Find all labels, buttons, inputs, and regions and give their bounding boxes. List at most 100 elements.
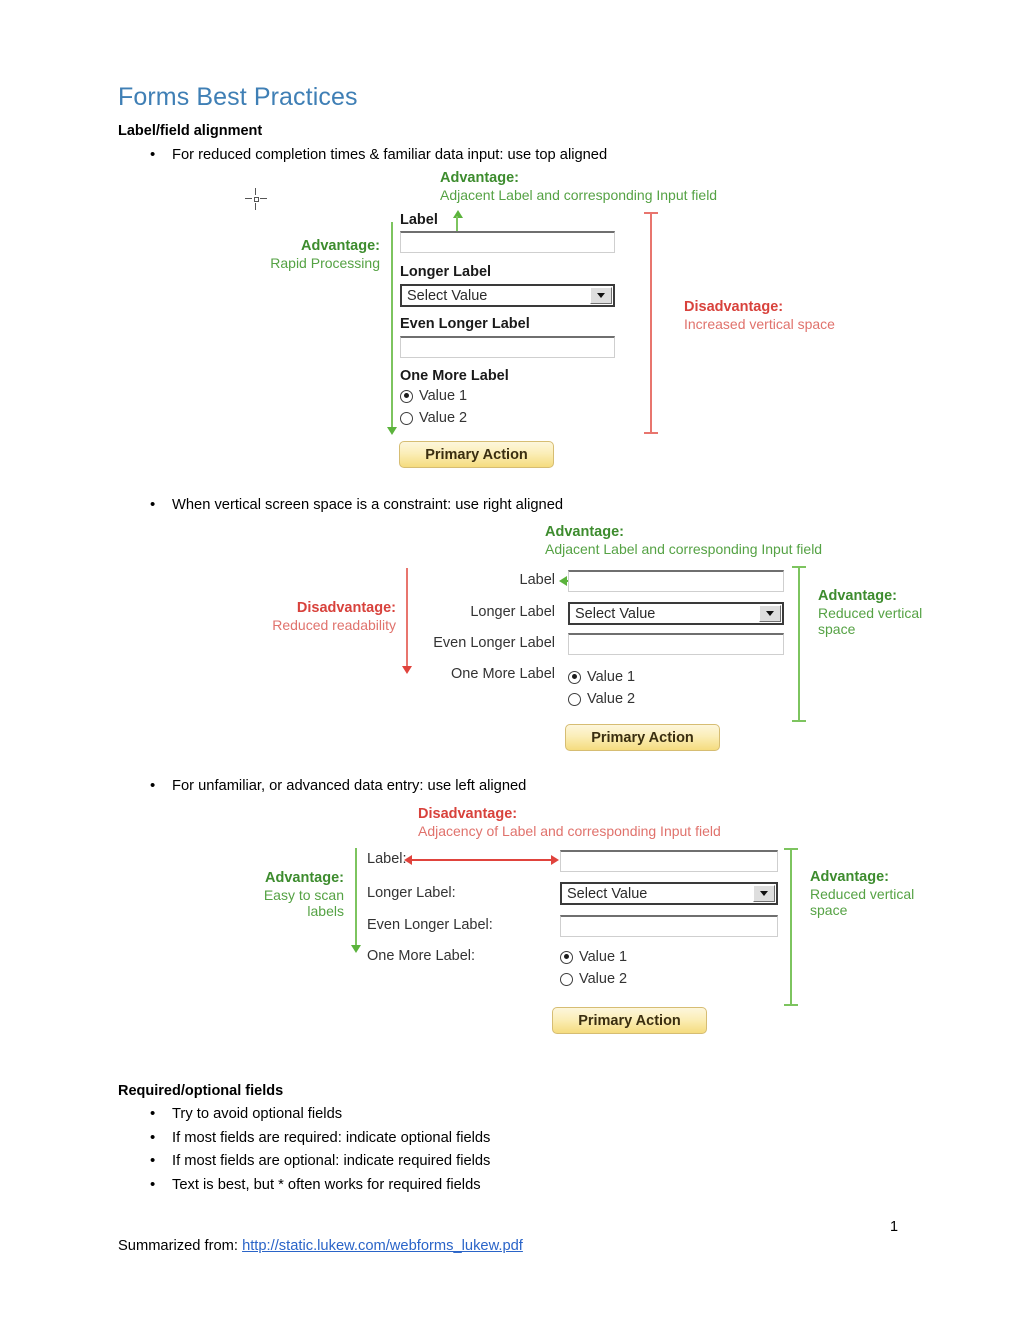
document-page: Forms Best Practices Label/field alignme… — [0, 0, 1020, 1320]
annotation-body-2: space — [810, 902, 848, 919]
radio-label: Value 2 — [419, 410, 468, 426]
annotation-body-2: labels — [307, 903, 344, 920]
field-label-one-more: One More Label — [451, 666, 555, 682]
annotation-body: Rapid Processing — [270, 254, 380, 271]
field-label-longer: Longer Label — [470, 604, 555, 620]
bullet-text: If most fields are required: indicate op… — [172, 1130, 491, 1146]
measure-cap-green-top — [784, 848, 798, 850]
section-heading-label-field-alignment: Label/field alignment — [118, 123, 263, 139]
bullet-item: • For reduced completion times & familia… — [150, 147, 607, 163]
arrow-down-icon — [351, 945, 361, 953]
radio-mark-icon — [560, 972, 573, 986]
chevron-down-icon[interactable] — [759, 605, 781, 622]
annotation-body: Increased vertical space — [684, 315, 835, 332]
annotation-body: Adjacent Label and corresponding Input f… — [545, 540, 823, 557]
footer-source: Summarized from: http://static.lukew.com… — [118, 1238, 523, 1254]
annotation-body: Adjacent Label and corresponding Input f… — [440, 186, 718, 203]
bullet-dot-icon: • — [150, 496, 156, 513]
annotation-title: Disadvantage: — [296, 600, 396, 616]
measure-cap-green-top — [792, 566, 806, 568]
radio-value-2[interactable]: Value 2 — [568, 691, 635, 707]
field-label-even-longer: Even Longer Label — [400, 316, 530, 332]
measure-bar-green — [798, 566, 800, 722]
annotation-title: Advantage: — [301, 238, 380, 254]
radio-value-2[interactable]: Value 2 — [400, 410, 467, 426]
bullet-dot-icon: • — [150, 146, 156, 163]
field-label-one-more: One More Label: — [367, 948, 476, 964]
arrow-down-icon — [402, 666, 412, 674]
radio-label: Value 2 — [579, 971, 628, 987]
source-link[interactable]: http://static.lukew.com/webforms_lukew.p… — [242, 1238, 523, 1254]
annotation-body: Reduced vertical — [810, 885, 915, 902]
radio-mark-icon — [560, 950, 573, 964]
annotation-advantage-reduced-vertical: Advantage: Reduced vertical space — [818, 588, 922, 638]
annotation-body: Adjacency of Label and corresponding Inp… — [418, 822, 721, 839]
radio-mark-icon — [400, 411, 413, 425]
annotation-title: Advantage: — [545, 524, 624, 540]
bullet-dot-icon: • — [150, 1152, 156, 1169]
annotation-title: Advantage: — [810, 869, 889, 885]
chevron-down-icon[interactable] — [590, 287, 612, 304]
measure-bar-green — [391, 222, 393, 427]
text-input-even-longer[interactable] — [400, 336, 615, 358]
measure-bar-red — [406, 568, 408, 666]
annotation-advantage-easy-scan: Advantage: Easy to scan labels — [240, 870, 344, 920]
radio-label: Value 1 — [587, 669, 636, 685]
annotation-body: Easy to scan — [263, 886, 344, 903]
annotation-disadvantage-readability: Disadvantage: Reduced readability — [250, 600, 396, 633]
primary-action-button[interactable]: Primary Action — [399, 441, 554, 468]
bullet-text: If most fields are optional: indicate re… — [172, 1153, 491, 1169]
bullet-item: • For unfamiliar, or advanced data entry… — [150, 778, 526, 794]
field-label: Label — [400, 212, 438, 228]
bullet-dot-icon: • — [150, 1105, 156, 1122]
primary-action-button[interactable]: Primary Action — [552, 1007, 707, 1034]
select-value-text: Select Value — [407, 287, 488, 304]
annotation-title: Disadvantage: — [418, 806, 518, 822]
measure-cap-green-bottom — [784, 1004, 798, 1006]
radio-label: Value 2 — [587, 691, 636, 707]
text-input-label[interactable] — [568, 570, 784, 592]
select-longer-label[interactable]: Select Value — [400, 284, 615, 307]
footer-prefix: Summarized from: — [118, 1238, 243, 1254]
annotation-title: Advantage: — [818, 588, 897, 604]
bullet-dot-icon: • — [150, 1129, 156, 1146]
radio-label: Value 1 — [579, 949, 628, 965]
field-label: Label: — [367, 851, 407, 867]
radio-mark-icon — [568, 692, 581, 706]
chevron-down-icon[interactable] — [753, 885, 775, 902]
page-title: Forms Best Practices — [118, 83, 358, 111]
page-number: 1 — [890, 1219, 899, 1235]
bullet-item: • If most fields are optional: indicate … — [150, 1153, 490, 1169]
bullet-text: For reduced completion times & familiar … — [172, 147, 608, 163]
annotation-title: Advantage: — [440, 170, 519, 186]
radio-value-1[interactable]: Value 1 — [560, 949, 627, 965]
annotation-advantage-adjacent: Advantage: Adjacent Label and correspond… — [440, 170, 717, 203]
radio-value-2[interactable]: Value 2 — [560, 971, 627, 987]
select-longer-label[interactable]: Select Value — [568, 602, 784, 625]
measure-bar-green — [355, 848, 357, 947]
annotation-disadvantage-vertical: Disadvantage: Increased vertical space — [684, 299, 835, 332]
radio-value-1[interactable]: Value 1 — [568, 669, 635, 685]
bullet-dot-icon: • — [150, 777, 156, 794]
field-label: Label — [519, 572, 555, 588]
section-heading-required-optional: Required/optional fields — [118, 1083, 284, 1099]
bullet-item: • If most fields are required: indicate … — [150, 1130, 490, 1146]
measure-cap-red-top — [644, 212, 658, 214]
select-value-text: Select Value — [575, 605, 656, 622]
annotation-advantage-reduced-vertical: Advantage: Reduced vertical space — [810, 869, 914, 919]
text-input-label[interactable] — [560, 850, 778, 872]
select-longer-label[interactable]: Select Value — [560, 882, 778, 905]
bullet-text: When vertical screen space is a constrai… — [172, 497, 564, 513]
text-input-even-longer[interactable] — [560, 915, 778, 937]
radio-mark-icon — [568, 670, 581, 684]
text-input-even-longer[interactable] — [568, 633, 784, 655]
annotation-body: Reduced vertical — [818, 604, 923, 621]
arrow-right-icon — [551, 855, 559, 865]
primary-action-button[interactable]: Primary Action — [565, 724, 720, 751]
bullet-text: Try to avoid optional fields — [172, 1106, 343, 1122]
bullet-dot-icon: • — [150, 1176, 156, 1193]
bullet-text: Text is best, but * often works for requ… — [172, 1177, 481, 1193]
text-input-label[interactable] — [400, 231, 615, 253]
radio-value-1[interactable]: Value 1 — [400, 388, 467, 404]
arrow-up-icon — [453, 210, 463, 218]
